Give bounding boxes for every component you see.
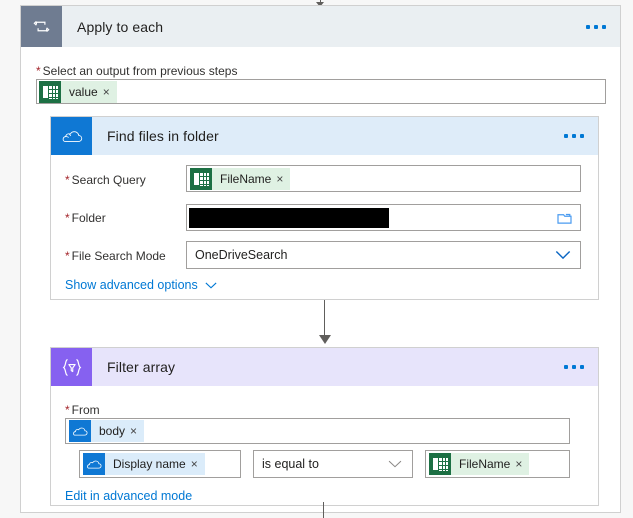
find-files-in-folder-card[interactable]: Find files in folder * Search Query File…: [50, 116, 599, 300]
menu-dot: [602, 24, 606, 29]
apply-to-each-title: Apply to each: [77, 18, 164, 35]
search-query-label: * Search Query: [65, 173, 146, 187]
filter-braces-icon: [51, 348, 92, 386]
connector-line-bottom: [323, 502, 324, 518]
excel-icon: [39, 80, 61, 103]
edit-advanced-mode-label: Edit in advanced mode: [65, 489, 193, 503]
file-search-mode-select[interactable]: OneDriveSearch: [186, 241, 581, 269]
filter-array-card[interactable]: Filter array * From body × Display name …: [50, 347, 599, 506]
folder-label: * Folder: [65, 211, 106, 225]
folder-picker-icon[interactable]: [557, 211, 572, 224]
condition-left-input[interactable]: Display name ×: [79, 450, 241, 478]
token-remove-icon[interactable]: ×: [130, 425, 144, 437]
file-search-mode-label: * File Search Mode: [65, 249, 166, 263]
token-body[interactable]: body ×: [69, 420, 145, 442]
token-remove-icon[interactable]: ×: [103, 86, 117, 98]
token-filename[interactable]: FileName ×: [190, 167, 291, 190]
menu-dot: [572, 365, 576, 369]
connector-line: [324, 300, 325, 339]
chevron-down-icon[interactable]: [555, 250, 571, 260]
find-files-header[interactable]: Find files in folder: [51, 117, 598, 155]
from-input[interactable]: body ×: [65, 418, 570, 444]
token-value[interactable]: value ×: [39, 80, 117, 103]
select-output-input[interactable]: value ×: [36, 79, 606, 104]
token-remove-icon[interactable]: ×: [191, 458, 205, 470]
token-display-name[interactable]: Display name ×: [83, 453, 205, 475]
required-asterisk: *: [65, 173, 70, 187]
menu-dot: [564, 134, 568, 138]
connector-arrow: [319, 335, 331, 344]
select-output-label: * Select an output from previous steps: [36, 64, 238, 78]
find-files-menu-button[interactable]: [564, 134, 584, 138]
apply-to-each-card[interactable]: Apply to each * Select an output from pre…: [20, 5, 621, 513]
menu-dot: [564, 365, 568, 369]
required-asterisk: *: [36, 64, 41, 78]
redacted-folder-value: [189, 208, 389, 228]
onedrive-icon: [69, 420, 91, 442]
condition-operator-select[interactable]: is equal to: [253, 450, 413, 478]
file-search-mode-value: OneDriveSearch: [195, 248, 288, 262]
onedrive-icon: [51, 117, 92, 155]
required-asterisk: *: [65, 211, 70, 225]
token-filename[interactable]: FileName ×: [429, 453, 530, 475]
condition-right-input[interactable]: FileName ×: [425, 450, 570, 478]
token-label: Display name: [113, 457, 186, 471]
token-label: value: [69, 84, 98, 99]
condition-operator-value: is equal to: [262, 457, 319, 471]
token-label: FileName: [459, 457, 511, 471]
token-remove-icon[interactable]: ×: [515, 458, 529, 470]
loop-arrow-icon: [21, 6, 62, 47]
show-advanced-options-link[interactable]: Show advanced options: [65, 277, 217, 292]
apply-to-each-menu-button[interactable]: [586, 24, 606, 29]
from-label: * From: [65, 403, 100, 417]
filter-array-menu-button[interactable]: [564, 365, 584, 369]
onedrive-icon: [83, 453, 105, 475]
apply-to-each-header[interactable]: Apply to each: [21, 6, 620, 47]
menu-dot: [580, 365, 584, 369]
menu-dot: [586, 24, 590, 29]
token-label: FileName: [220, 171, 272, 186]
search-query-input[interactable]: FileName ×: [186, 165, 581, 192]
menu-dot: [572, 134, 576, 138]
token-label: body: [99, 424, 126, 438]
edit-advanced-mode-link[interactable]: Edit in advanced mode: [65, 488, 192, 503]
menu-dot: [580, 134, 584, 138]
menu-dot: [594, 24, 598, 29]
token-remove-icon[interactable]: ×: [276, 173, 290, 185]
find-files-title: Find files in folder: [107, 128, 219, 144]
filter-array-title: Filter array: [107, 359, 176, 375]
chevron-down-icon: [205, 277, 217, 292]
excel-icon: [429, 453, 451, 475]
flow-designer-canvas: Apply to each * Select an output from pre…: [0, 0, 633, 518]
show-advanced-options-label: Show advanced options: [65, 277, 198, 292]
required-asterisk: *: [65, 403, 70, 417]
filter-array-header[interactable]: Filter array: [51, 348, 598, 386]
excel-icon: [190, 167, 212, 190]
chevron-down-icon[interactable]: [388, 460, 402, 468]
required-asterisk: *: [65, 249, 70, 263]
folder-input[interactable]: [186, 204, 581, 231]
